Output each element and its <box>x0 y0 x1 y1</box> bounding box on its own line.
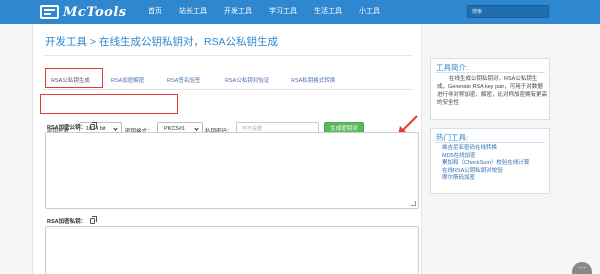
copy-icon[interactable] <box>90 216 97 224</box>
highlight-box-options <box>40 94 178 114</box>
intro-text: 在线生成公钥私钥对，RSA公私钥生成，Generate RSA key pair… <box>437 76 548 106</box>
resize-grip-icon[interactable] <box>411 201 416 206</box>
private-key-label: RSA加密私钥： <box>47 219 87 225</box>
nav-item-webmaster-tools[interactable]: 站长工具 <box>179 0 207 24</box>
toolbox-icon <box>40 5 59 19</box>
hot-tool-link[interactable]: 累加和（CheckSum）校验在线计算 <box>437 160 529 168</box>
highlight-box-active-tab <box>45 68 103 88</box>
nav-item-mini-tools[interactable]: 小工具 <box>359 0 380 24</box>
nav-item-life-tools[interactable]: 生活工具 <box>314 0 342 24</box>
hot-tool-link[interactable]: 在线RSA公钥私钥对校验 <box>437 168 529 176</box>
hot-tool-link[interactable]: MD5在线加密 <box>437 153 529 161</box>
logo-text: McTools <box>63 4 127 20</box>
tab-rsa-sign-verify[interactable]: RSA签名验签 <box>167 76 200 84</box>
nav-item-study-tools[interactable]: 学习工具 <box>269 0 297 24</box>
tab-rsa-encrypt-decrypt[interactable]: RSA加密解密 <box>111 76 144 84</box>
page-title: 开发工具 > 在线生成公钥私钥对，RSA公私钥生成 <box>45 36 279 48</box>
title-divider <box>43 55 413 56</box>
tool-intro-panel: 工具简介: 在线生成公钥私钥对，RSA公私钥生成，Generate RSA ke… <box>430 58 550 120</box>
top-navbar: McTools 首页 站长工具 开发工具 学习工具 生活工具 小工具 <box>0 0 600 24</box>
tab-rsa-keypair-verify[interactable]: RSA公私钥对验证 <box>225 76 269 84</box>
hot-tool-link[interactable]: 摩尔斯码加密 <box>437 175 529 183</box>
chevron-down-icon <box>194 126 199 131</box>
site-logo[interactable]: McTools <box>40 3 127 21</box>
main-nav: 首页 站长工具 开发工具 学习工具 生活工具 小工具 <box>148 0 397 24</box>
hot-tool-link[interactable]: 维吉尼亚密码在线转换 <box>437 145 529 153</box>
hot-tools-panel: 热门工具: 维吉尼亚密码在线转换 MD5在线加密 累加和（CheckSum）校验… <box>430 128 550 194</box>
public-key-textarea[interactable] <box>45 132 419 209</box>
public-key-label: RSA加密公钥： <box>47 125 87 131</box>
nav-item-dev-tools[interactable]: 开发工具 <box>224 0 252 24</box>
more-options-icon[interactable]: ··· <box>572 262 592 274</box>
tab-rsa-key-format-convert[interactable]: RSA私钥格式转换 <box>291 76 335 84</box>
chevron-down-icon <box>113 126 118 131</box>
copy-icon[interactable] <box>90 122 97 130</box>
intro-divider <box>435 72 545 73</box>
nav-item-home[interactable]: 首页 <box>148 0 162 24</box>
search-input[interactable] <box>467 5 549 18</box>
hot-tools-list: 维吉尼亚密码在线转换 MD5在线加密 累加和（CheckSum）校验在线计算 在… <box>437 145 529 183</box>
private-key-textarea[interactable] <box>45 226 419 274</box>
hot-tools-divider <box>435 142 545 143</box>
main-content: 开发工具 > 在线生成公钥私钥对，RSA公私钥生成 RSA公私钥生成 RSA加密… <box>32 24 422 274</box>
